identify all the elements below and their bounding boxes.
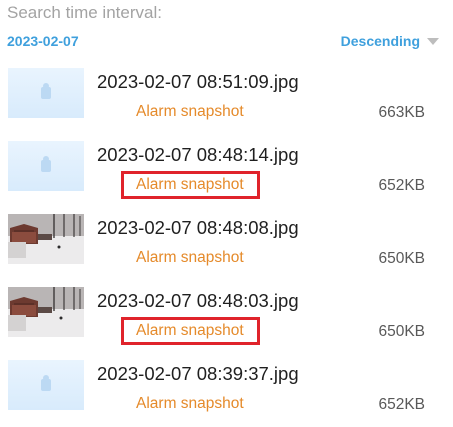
file-size: 663KB (378, 104, 425, 121)
alarm-tag: Alarm snapshot (136, 103, 244, 120)
image-placeholder-icon (41, 156, 51, 172)
search-interval-label: Search time interval: (7, 3, 162, 22)
file-name: 2023-02-07 08:48:08.jpg (97, 217, 299, 238)
file-name: 2023-02-07 08:39:37.jpg (97, 363, 299, 384)
snapshot-list: 2023-02-07 08:51:09.jpg Alarm snapshot 6… (0, 62, 453, 427)
file-size: 650KB (378, 250, 425, 267)
alarm-tag: Alarm snapshot (136, 249, 244, 266)
snapshot-thumbnail[interactable] (8, 214, 84, 264)
file-size: 652KB (378, 177, 425, 194)
sort-order-label: Descending (340, 33, 420, 49)
snapshot-thumbnail[interactable] (8, 360, 84, 410)
file-name: 2023-02-07 08:48:14.jpg (97, 144, 299, 165)
file-size: 650KB (378, 323, 425, 340)
image-placeholder-icon (41, 375, 51, 391)
snow-yard-photo (8, 214, 84, 264)
file-name: 2023-02-07 08:48:03.jpg (97, 290, 299, 311)
list-item[interactable]: 2023-02-07 08:39:37.jpg Alarm snapshot 6… (0, 354, 453, 427)
alarm-tag-highlighted: Alarm snapshot (121, 171, 260, 199)
snapshot-thumbnail[interactable] (8, 68, 84, 118)
alarm-tag: Alarm snapshot (136, 395, 244, 412)
list-item[interactable]: 2023-02-07 08:51:09.jpg Alarm snapshot 6… (0, 62, 453, 135)
file-size: 652KB (378, 396, 425, 413)
image-placeholder-icon (41, 83, 51, 99)
snapshot-thumbnail[interactable] (8, 287, 84, 337)
snow-yard-photo (8, 287, 84, 337)
date-filter[interactable]: 2023-02-07 (7, 33, 79, 49)
list-item[interactable]: 2023-02-07 08:48:08.jpg Alarm snapshot 6… (0, 208, 453, 281)
file-name: 2023-02-07 08:51:09.jpg (97, 71, 299, 92)
caret-down-icon (427, 38, 439, 45)
list-item[interactable]: 2023-02-07 08:48:03.jpg Alarm snapshot 6… (0, 281, 453, 354)
sort-order-button[interactable]: Descending (341, 33, 439, 49)
list-item[interactable]: 2023-02-07 08:48:14.jpg Alarm snapshot 6… (0, 135, 453, 208)
snapshot-thumbnail[interactable] (8, 141, 84, 191)
alarm-tag-highlighted: Alarm snapshot (121, 317, 260, 345)
